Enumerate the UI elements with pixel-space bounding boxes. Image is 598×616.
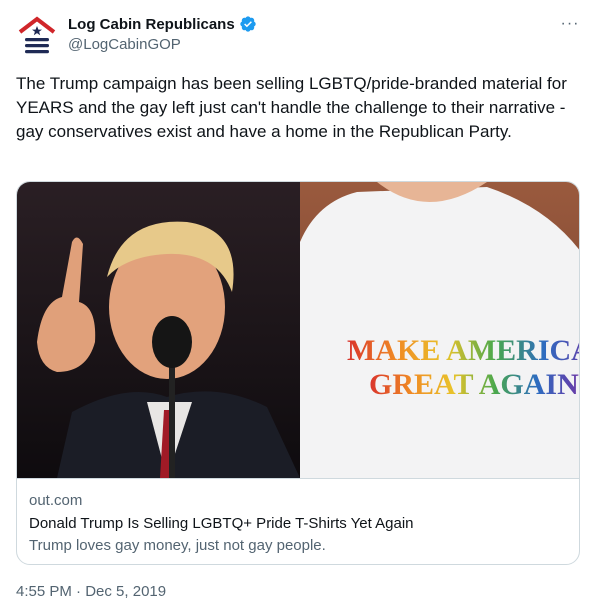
- tweet-timestamp: 4:55 PM · Dec 5, 2019: [16, 583, 166, 600]
- tweet-author: Log Cabin Republicans @LogCabinGOP: [68, 14, 257, 53]
- card-domain: out.com: [29, 492, 83, 509]
- tweet: Log Cabin Republicans @LogCabinGOP ··· T…: [0, 0, 598, 616]
- name-row: Log Cabin Republicans: [68, 14, 257, 34]
- tweet-time[interactable]: 4:55 PM: [16, 583, 72, 600]
- card-description: Trump loves gay money, just not gay peop…: [29, 537, 326, 554]
- card-title: Donald Trump Is Selling LGBTQ+ Pride T-S…: [29, 515, 414, 532]
- handle[interactable]: @LogCabinGOP: [68, 36, 257, 53]
- more-horizontal-icon[interactable]: ···: [558, 14, 582, 34]
- verified-badge-icon[interactable]: [239, 15, 257, 33]
- timestamp-separator: ·: [76, 583, 82, 600]
- avatar[interactable]: [16, 14, 58, 56]
- display-name[interactable]: Log Cabin Republicans: [68, 16, 235, 33]
- shirt-text-line1: MAKE AMERICA: [347, 334, 580, 367]
- shirt-text-line2: GREAT AGAIN: [369, 368, 579, 401]
- tweet-date[interactable]: Dec 5, 2019: [85, 583, 166, 600]
- link-card[interactable]: MAKE AMERICA GREAT AGAIN out.com Donald …: [16, 181, 580, 565]
- log-cabin-logo-icon: [18, 16, 56, 54]
- card-meta[interactable]: out.com Donald Trump Is Selling LGBTQ+ P…: [17, 478, 579, 564]
- card-image[interactable]: MAKE AMERICA GREAT AGAIN: [17, 182, 580, 478]
- tweet-text: The Trump campaign has been selling LGBT…: [16, 74, 567, 141]
